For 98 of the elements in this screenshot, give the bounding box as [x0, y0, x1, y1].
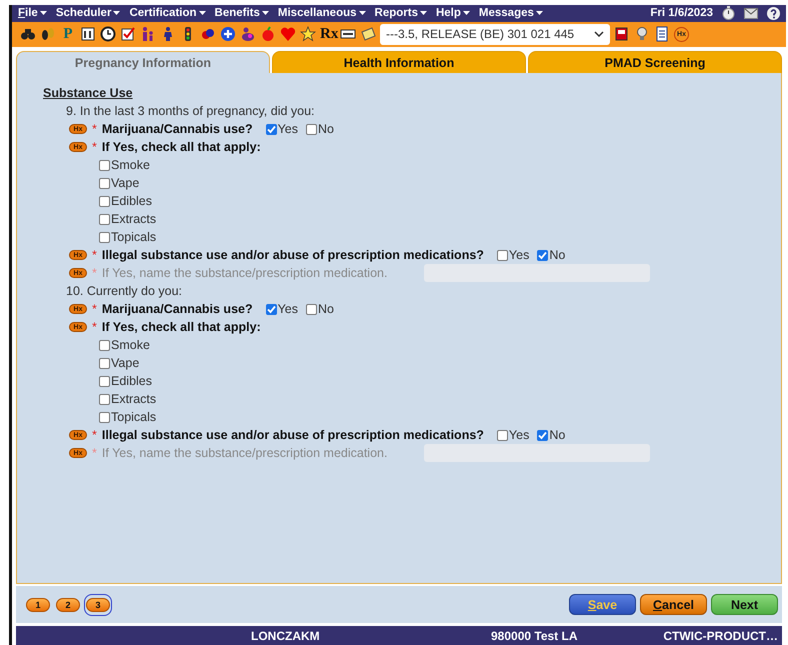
menu-item[interactable]: Help	[436, 7, 470, 20]
binoculars-icon[interactable]	[20, 26, 36, 42]
checkbox[interactable]	[99, 196, 110, 206]
question-heading: 9. In the last 3 months of pregnancy, did you:	[65, 103, 316, 120]
option-label: Topicals	[111, 230, 156, 244]
option-label: Vape	[111, 356, 140, 370]
stopwatch-icon[interactable]	[722, 6, 735, 20]
checkbox[interactable]	[306, 304, 318, 314]
menu-item[interactable]: Messages	[478, 7, 543, 20]
option-label: Yes	[508, 248, 530, 262]
checkbox[interactable]	[496, 250, 508, 260]
required-mark: *	[92, 122, 97, 136]
question-label: Marijuana/Cannabis use?	[102, 302, 253, 316]
question-heading: 10. Currently do you:	[65, 283, 184, 300]
menu-item[interactable]: Scheduler	[56, 7, 120, 20]
option-label: Extracts	[111, 392, 156, 406]
clinic-name: 980000 Test LA	[491, 628, 578, 642]
question-label: If Yes, name the substance/prescription medication.	[102, 446, 388, 460]
required-mark: *	[92, 266, 97, 280]
checkbox[interactable]	[99, 412, 110, 422]
question-label: Marijuana/Cannabis use?	[102, 122, 253, 136]
caret-icon	[358, 11, 366, 16]
lightbulb-icon[interactable]	[634, 26, 650, 42]
checkbox[interactable]	[99, 376, 110, 386]
mail-icon[interactable]	[744, 8, 758, 19]
menu-item[interactable]: Certification	[129, 7, 206, 20]
question-label: If Yes, check all that apply:	[102, 320, 261, 334]
chevron-icon	[594, 31, 604, 38]
checkbox[interactable]	[306, 124, 318, 134]
question-label: If Yes, check all that apply:	[102, 140, 261, 154]
checkbox[interactable]	[99, 214, 110, 224]
note-icon[interactable]	[360, 26, 376, 42]
caret-icon	[198, 11, 206, 16]
required-mark: *	[92, 140, 97, 154]
required-mark: *	[92, 320, 97, 334]
date-text: Fri 1/6/2023	[650, 7, 713, 20]
caret-icon	[262, 11, 269, 16]
question-label: If Yes, name the substance/prescription medication.	[102, 266, 388, 280]
caret-icon	[536, 11, 543, 16]
required-mark: *	[92, 428, 97, 442]
checkbox[interactable]	[266, 304, 277, 314]
option-label: Vape	[111, 176, 140, 190]
cancel-button[interactable]: Cancel	[640, 594, 707, 615]
server-name: CTWIC-PRODUCT…	[662, 628, 779, 642]
required-mark: *	[92, 248, 97, 262]
tab[interactable]: Health Information	[272, 51, 526, 73]
book-icon[interactable]	[614, 26, 630, 42]
option-label: Yes	[278, 302, 298, 316]
option-label: Smoke	[111, 158, 150, 172]
caret-icon	[40, 11, 47, 16]
option-label: Edibles	[111, 374, 152, 388]
checkbox[interactable]	[537, 250, 548, 260]
checkbox[interactable]	[496, 430, 508, 440]
checkbox[interactable]	[266, 124, 277, 134]
option-label: No	[549, 428, 566, 442]
tab[interactable]: PMAD Screening	[528, 51, 782, 73]
next-button[interactable]: Next	[711, 594, 778, 615]
checkbox[interactable]	[537, 430, 548, 440]
menu-item[interactable]: Benefits	[214, 7, 269, 20]
question-label: Illegal substance use and/or abuse of prescription medications?	[102, 248, 484, 262]
option-label: Topicals	[111, 410, 156, 424]
document-icon[interactable]	[654, 26, 670, 42]
caret-icon	[462, 11, 470, 16]
family-icon[interactable]	[140, 26, 156, 42]
user-name: LONCZAKM	[251, 628, 321, 642]
option-label: Extracts	[111, 212, 156, 226]
option-label: Smoke	[111, 338, 150, 352]
option-label: No	[318, 122, 334, 136]
checkbox[interactable]	[99, 178, 110, 188]
question-label: Illegal substance use and/or abuse of prescription medications?	[102, 428, 484, 442]
menu-item[interactable]: File	[18, 7, 47, 20]
release-select[interactable]: ---3.5, RELEASE (BE) 301 021 445	[380, 24, 610, 45]
clock-icon[interactable]	[100, 26, 116, 42]
option-label: No	[318, 302, 334, 316]
menu-item[interactable]: Miscellaneous	[278, 7, 366, 20]
help-icon[interactable]	[767, 6, 780, 20]
option-label: No	[549, 248, 566, 262]
prescription-icon[interactable]: Rx	[320, 26, 336, 43]
checkbox[interactable]	[99, 394, 110, 404]
option-label: Yes	[508, 428, 530, 442]
option-label: Edibles	[111, 194, 152, 208]
section-title: Substance Use	[43, 86, 134, 102]
required-mark: *	[92, 302, 97, 316]
mother-child-icon[interactable]	[240, 26, 256, 42]
checkbox[interactable]	[99, 160, 110, 170]
page-button[interactable]: 3	[84, 594, 112, 616]
menu-item[interactable]: Reports	[374, 7, 427, 20]
checkbox[interactable]	[99, 358, 110, 368]
tab[interactable]: Pregnancy Information	[16, 51, 270, 73]
star-icon[interactable]	[300, 26, 316, 42]
checkbox[interactable]	[99, 340, 110, 350]
caret-icon	[113, 11, 120, 16]
plus-circle-icon[interactable]	[220, 26, 236, 42]
caret-icon	[420, 11, 427, 16]
checkbox-icon[interactable]	[120, 26, 136, 42]
option-label: Yes	[278, 122, 298, 136]
checkbox[interactable]	[99, 232, 110, 242]
required-mark: *	[92, 446, 97, 460]
